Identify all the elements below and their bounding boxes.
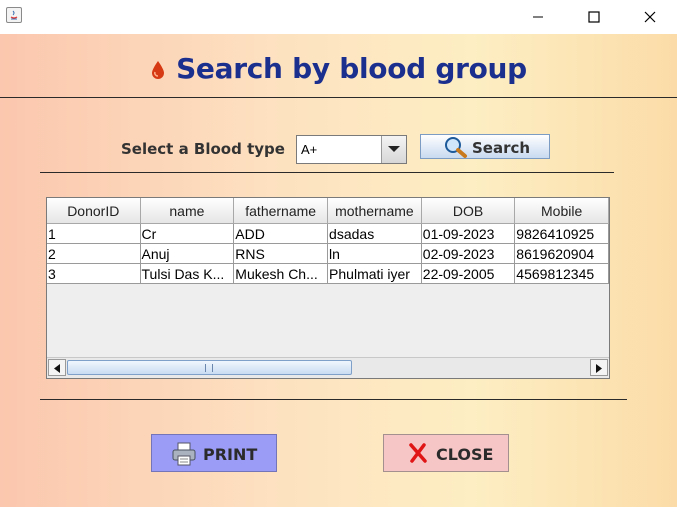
- table-cell[interactable]: 22-09-2005: [421, 263, 516, 284]
- column-header-fathername[interactable]: fathername: [233, 198, 329, 224]
- header-divider: [0, 97, 677, 98]
- table-cell[interactable]: Tulsi Das K...: [140, 263, 235, 284]
- red-x-icon: [409, 443, 427, 463]
- dropdown-arrow-button[interactable]: [381, 136, 406, 163]
- table-row[interactable]: 1 Cr ADD dsadas 01-09-2023 9826410925: [47, 223, 609, 244]
- table-row[interactable]: 2 Anuj RNS ln 02-09-2023 8619620904: [47, 243, 609, 264]
- scrollbar-thumb[interactable]: [67, 360, 352, 375]
- table-cell[interactable]: Anuj: [140, 243, 235, 264]
- table-cell[interactable]: 9826410925: [514, 223, 609, 244]
- table-header-row: DonorID name fathername mothername DOB M…: [47, 198, 609, 224]
- close-icon: [644, 11, 656, 23]
- minimize-button[interactable]: [515, 0, 561, 34]
- scroll-right-button[interactable]: [590, 359, 608, 376]
- table-cell[interactable]: 02-09-2023: [421, 243, 516, 264]
- blood-type-value: A+: [301, 142, 318, 157]
- maximize-icon: [588, 11, 600, 23]
- column-header-mobile[interactable]: Mobile: [514, 198, 609, 224]
- close-button[interactable]: CLOSE: [383, 434, 509, 472]
- close-button-label: CLOSE: [436, 445, 494, 464]
- table-cell[interactable]: ADD: [233, 223, 329, 244]
- donor-grid: DonorID name fathername mothername DOB M…: [47, 198, 609, 284]
- column-header-dob[interactable]: DOB: [421, 198, 516, 224]
- table-cell[interactable]: Cr: [140, 223, 235, 244]
- search-button[interactable]: Search: [420, 134, 550, 159]
- scroll-left-button[interactable]: [48, 359, 66, 376]
- grip-icon: [205, 364, 213, 372]
- page-title-text: Search by blood group: [176, 52, 527, 85]
- table-cell[interactable]: 1: [47, 223, 141, 244]
- column-header-name[interactable]: name: [140, 198, 235, 224]
- table-cell[interactable]: dsadas: [327, 223, 422, 244]
- chevron-left-icon: [54, 364, 60, 373]
- java-icon[interactable]: [6, 7, 22, 23]
- magnifier-icon: [445, 137, 467, 158]
- table-cell[interactable]: 3: [47, 263, 141, 284]
- search-button-label: Search: [472, 139, 531, 157]
- chevron-right-icon: [596, 364, 602, 373]
- horizontal-scrollbar[interactable]: [47, 357, 609, 378]
- table-cell[interactable]: Phulmati iyer: [327, 263, 422, 284]
- column-header-mothername[interactable]: mothername: [327, 198, 422, 224]
- table-cell[interactable]: RNS: [233, 243, 329, 264]
- table-cell[interactable]: 4569812345: [514, 263, 609, 284]
- page-title: Search by blood group: [0, 52, 677, 85]
- blood-drop-icon: [152, 61, 165, 79]
- table-divider: [40, 399, 627, 400]
- maximize-button[interactable]: [571, 0, 617, 34]
- print-button[interactable]: PRINT: [151, 434, 277, 472]
- chevron-down-icon: [388, 146, 400, 152]
- table-cell[interactable]: 8619620904: [514, 243, 609, 264]
- table-cell[interactable]: 01-09-2023: [421, 223, 516, 244]
- donor-table: DonorID name fathername mothername DOB M…: [46, 197, 610, 379]
- search-divider: [40, 172, 614, 173]
- window-close-button[interactable]: [627, 0, 673, 34]
- printer-icon: [172, 442, 196, 466]
- blood-type-label: Select a Blood type: [121, 140, 285, 158]
- table-cell[interactable]: ln: [327, 243, 422, 264]
- blood-type-select[interactable]: A+: [296, 135, 407, 164]
- column-header-donorid[interactable]: DonorID: [47, 198, 141, 224]
- table-row[interactable]: 3 Tulsi Das K... Mukesh Ch... Phulmati i…: [47, 263, 609, 284]
- table-cell[interactable]: 2: [47, 243, 141, 264]
- minimize-icon: [533, 16, 543, 18]
- table-cell[interactable]: Mukesh Ch...: [233, 263, 329, 284]
- window-titlebar: [0, 0, 677, 34]
- print-button-label: PRINT: [203, 445, 258, 464]
